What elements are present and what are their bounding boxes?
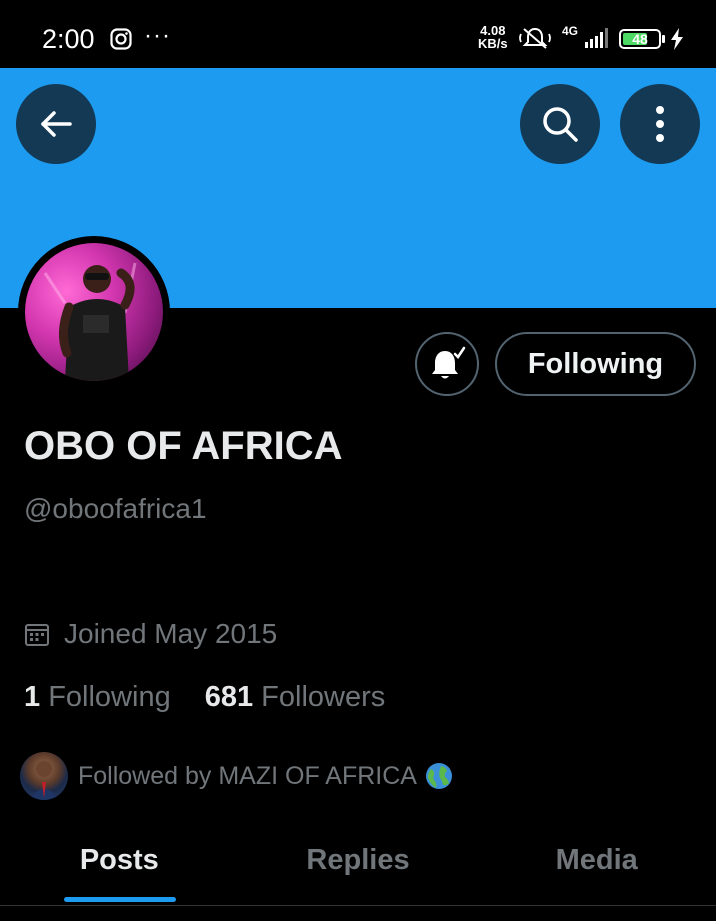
more-vertical-icon xyxy=(656,106,664,142)
battery-tip xyxy=(662,35,665,43)
joined-text: Joined May 2015 xyxy=(64,618,278,649)
profile-avatar[interactable] xyxy=(25,243,163,381)
following-stat[interactable]: 1 Following xyxy=(24,681,171,714)
signal-icon xyxy=(585,28,609,53)
more-options-button[interactable] xyxy=(620,84,700,164)
instagram-icon xyxy=(110,28,132,55)
followers-stat[interactable]: 681 Followers xyxy=(205,681,386,714)
charging-icon xyxy=(670,28,684,55)
following-count: 1 xyxy=(24,681,41,713)
search-icon xyxy=(543,107,578,142)
followers-label: Followers xyxy=(261,681,386,713)
network-type: 4G xyxy=(562,24,579,38)
search-button[interactable] xyxy=(520,84,600,164)
speed-unit: KB/s xyxy=(478,36,508,51)
tab-media[interactable]: Media xyxy=(477,820,716,906)
back-arrow-icon xyxy=(41,111,72,137)
battery-level: 48 xyxy=(632,31,648,47)
joined-date-row: Joined May 2015 xyxy=(24,618,277,650)
battery-icon: 48 xyxy=(619,29,661,49)
follow-stats: 1 Following 681 Followers xyxy=(24,681,419,714)
more-notifications-icon: ··· xyxy=(144,22,171,49)
display-name: OBO OF AFRICA xyxy=(24,424,343,468)
network-speed: 4.08 KB/s xyxy=(478,24,508,50)
globe-icon xyxy=(425,762,453,790)
calendar-icon xyxy=(25,624,49,646)
tab-replies[interactable]: Replies xyxy=(239,820,478,906)
mute-icon xyxy=(518,25,552,56)
avatar-photo xyxy=(43,262,137,381)
bell-icon xyxy=(432,346,466,379)
profile-tabs: Posts Replies Media xyxy=(0,820,716,906)
follower-avatar xyxy=(20,752,68,800)
active-tab-indicator xyxy=(64,897,176,902)
followed-by-text: Followed by MAZI OF AFRICA xyxy=(78,761,417,790)
tab-posts[interactable]: Posts xyxy=(0,820,239,906)
status-time: 2:00 xyxy=(42,24,95,54)
notifications-button[interactable] xyxy=(415,332,479,396)
username-handle: @oboofafrica1 xyxy=(24,493,207,524)
followed-by-row[interactable]: Followed by MAZI OF AFRICA xyxy=(20,752,453,800)
following-button[interactable]: Following xyxy=(495,332,696,396)
followers-count: 681 xyxy=(204,681,254,713)
following-label: Following xyxy=(48,681,171,713)
tabs-divider xyxy=(0,905,716,906)
back-button[interactable] xyxy=(16,84,96,164)
status-bar: 2:00 ··· 4.08 KB/s 4G 48 xyxy=(0,0,716,68)
